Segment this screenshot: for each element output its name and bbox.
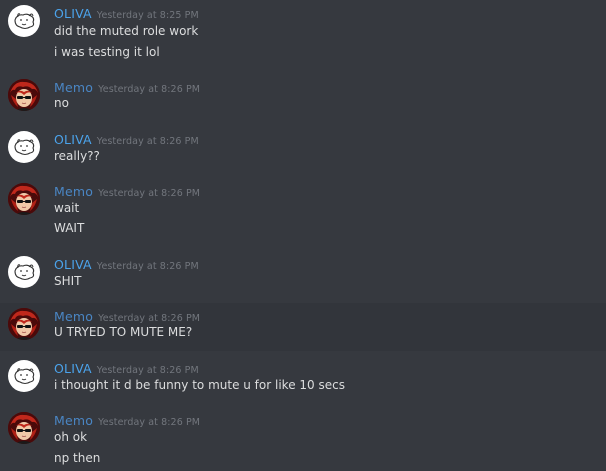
- message-group-oliva: OLIVA Yesterday at 8:26 PM SHIT: [0, 251, 606, 303]
- message-header: Memo Yesterday at 8:26 PM: [54, 79, 200, 98]
- timestamp: Yesterday at 8:26 PM: [98, 313, 201, 324]
- message-group-memo: Memo Yesterday at 8:26 PM oh ok np then: [0, 407, 606, 471]
- message-text: U TRYED TO MUTE ME?: [54, 325, 193, 339]
- message-text: i thought it d be funny to mute u for li…: [54, 378, 345, 392]
- message-group-oliva: OLIVA Yesterday at 8:25 PM did the muted …: [0, 0, 606, 72]
- message-text: really??: [54, 149, 100, 163]
- dog-sketch-avatar-icon[interactable]: [8, 360, 40, 392]
- timestamp: Yesterday at 8:26 PM: [96, 261, 199, 272]
- message-text: WAIT: [54, 221, 85, 235]
- message-text: did the muted role work: [54, 24, 199, 38]
- dog-sketch-avatar-icon[interactable]: [8, 131, 40, 163]
- timestamp: Yesterday at 8:26 PM: [98, 84, 201, 95]
- red-anime-avatar-icon[interactable]: [8, 308, 40, 340]
- dog-sketch-avatar-icon[interactable]: [8, 5, 40, 37]
- timestamp: Yesterday at 8:26 PM: [98, 417, 201, 428]
- message-group-oliva: OLIVA Yesterday at 8:26 PM really??: [0, 126, 606, 178]
- message-text: np then: [54, 451, 101, 465]
- message-text: no: [54, 96, 69, 110]
- username[interactable]: OLIVA: [54, 132, 92, 147]
- message-header: OLIVA Yesterday at 8:25 PM: [54, 5, 199, 24]
- timestamp: Yesterday at 8:26 PM: [96, 136, 199, 147]
- message-group-oliva: OLIVA Yesterday at 8:26 PM i thought it d…: [0, 355, 606, 407]
- timestamp: Yesterday at 8:25 PM: [96, 10, 199, 21]
- timestamp: Yesterday at 8:26 PM: [96, 365, 199, 376]
- message-text: oh ok: [54, 430, 88, 444]
- username[interactable]: Memo: [54, 184, 93, 199]
- chat-message-list[interactable]: OLIVA Yesterday at 8:25 PM did the muted …: [0, 0, 606, 471]
- message-text: i was testing it lol: [54, 45, 160, 59]
- username[interactable]: OLIVA: [54, 6, 92, 21]
- message-group-memo: Memo Yesterday at 8:26 PM wait WAIT: [0, 178, 606, 250]
- message-group-memo: Memo Yesterday at 8:26 PM U TRYED TO MUTE…: [0, 303, 606, 351]
- message-text: wait: [54, 201, 80, 215]
- username[interactable]: OLIVA: [54, 257, 92, 272]
- red-anime-avatar-icon[interactable]: [8, 183, 40, 215]
- red-anime-avatar-icon[interactable]: [8, 412, 40, 444]
- username[interactable]: Memo: [54, 413, 93, 428]
- message-group-memo: Memo Yesterday at 8:26 PM no: [0, 74, 606, 126]
- timestamp: Yesterday at 8:26 PM: [98, 188, 201, 199]
- red-anime-avatar-icon[interactable]: [8, 79, 40, 111]
- username[interactable]: OLIVA: [54, 361, 92, 376]
- dog-sketch-avatar-icon[interactable]: [8, 256, 40, 288]
- username[interactable]: Memo: [54, 80, 93, 95]
- message-text: SHIT: [54, 274, 82, 288]
- username[interactable]: Memo: [54, 309, 93, 324]
